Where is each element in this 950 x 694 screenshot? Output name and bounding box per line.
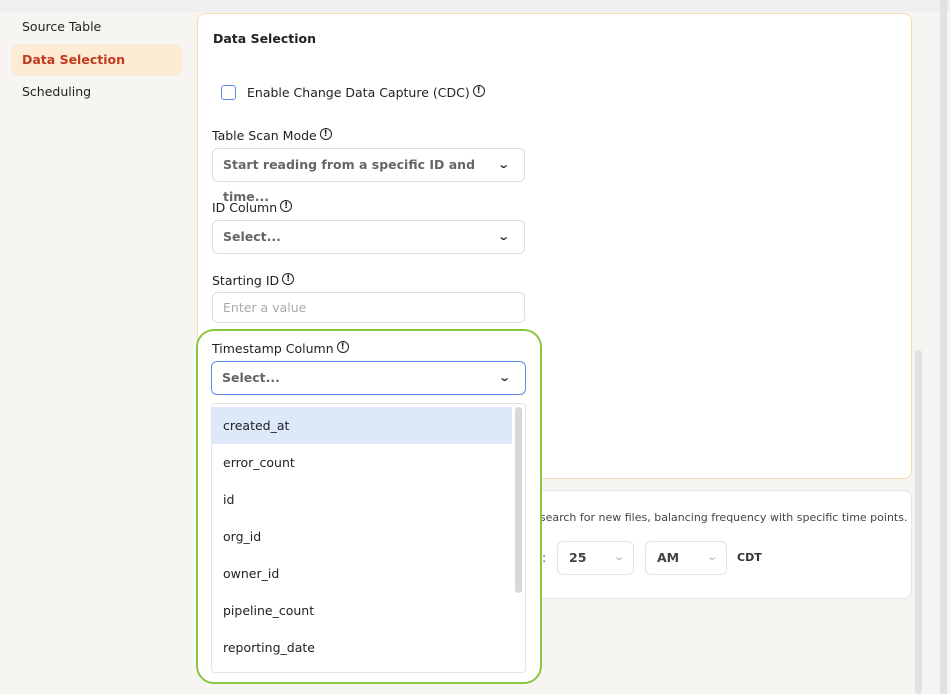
id-column-label: ID Column!	[212, 200, 293, 215]
ampm-select[interactable]: AM ⌄	[645, 541, 727, 575]
chevron-down-icon: ⌄	[496, 230, 510, 243]
cdc-checkbox[interactable]	[221, 85, 236, 100]
chevron-down-icon: ⌄	[705, 552, 718, 563]
page-scrollbar[interactable]	[915, 350, 922, 694]
starting-id-input[interactable]: Enter a value	[212, 292, 525, 323]
dropdown-option[interactable]: error_count	[212, 444, 512, 481]
info-icon: !	[472, 85, 485, 97]
info-icon: !	[319, 128, 332, 140]
info-icon: !	[282, 273, 295, 285]
outer-scrollbar-track[interactable]	[940, 0, 947, 694]
starting-id-label: Starting ID!	[212, 273, 295, 288]
timestamp-column-dropdown: created_at error_count id org_id owner_i…	[211, 403, 526, 673]
minute-select[interactable]: 25 ⌄	[557, 541, 634, 575]
dropdown-option[interactable]: reporting_date	[212, 629, 512, 666]
time-separator: :	[542, 550, 547, 565]
sidebar-item-data-selection[interactable]: Data Selection	[11, 44, 182, 76]
chevron-down-icon: ⌄	[496, 158, 510, 171]
info-icon: !	[336, 341, 349, 353]
scheduling-description: ally search for new files, balancing fre…	[517, 511, 908, 524]
dropdown-scrollbar[interactable]	[515, 407, 522, 593]
dropdown-option[interactable]: created_at	[212, 407, 512, 444]
table-scan-mode-select[interactable]: Start reading from a specific ID and tim…	[212, 148, 525, 204]
chevron-down-icon: ⌄	[612, 552, 625, 563]
timestamp-column-label: Timestamp Column!	[212, 341, 349, 356]
cdc-label: Enable Change Data Capture (CDC)!	[247, 85, 485, 100]
dropdown-option[interactable]: id	[212, 481, 512, 518]
dropdown-option[interactable]: org_id	[212, 518, 512, 555]
timestamp-column-select[interactable]: Select... ⌄	[211, 361, 526, 395]
sidebar-item-scheduling[interactable]: Scheduling	[11, 76, 182, 108]
sidebar-item-source-table[interactable]: Source Table	[11, 11, 182, 43]
section-title: Data Selection	[213, 31, 316, 46]
dropdown-option[interactable]: pipeline_count	[212, 592, 512, 629]
chevron-down-icon: ⌄	[497, 371, 511, 384]
dropdown-option[interactable]: owner_id	[212, 555, 512, 592]
info-icon: !	[280, 200, 293, 212]
timezone-label: CDT	[737, 551, 762, 564]
id-column-select[interactable]: Select... ⌄	[212, 220, 525, 254]
table-scan-mode-label: Table Scan Mode!	[212, 128, 332, 143]
